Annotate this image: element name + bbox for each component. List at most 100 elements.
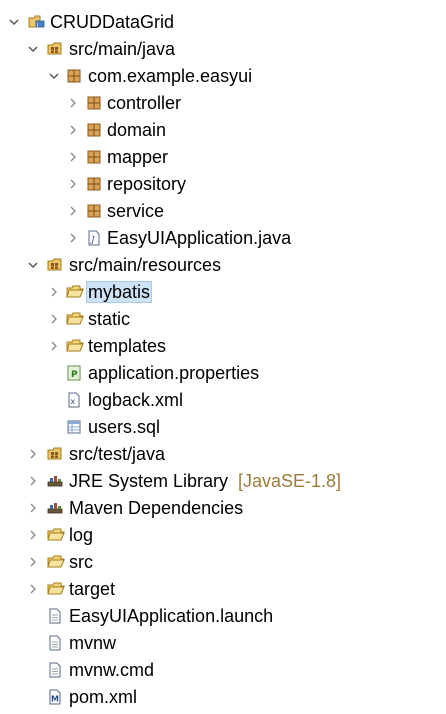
- tree-row[interactable]: Papplication.properties: [0, 360, 446, 387]
- maven-pom-icon: M: [47, 689, 63, 705]
- tree-row[interactable]: mvnw: [0, 630, 446, 657]
- tree-item-label: target: [69, 579, 116, 599]
- svg-text:M: M: [51, 695, 59, 704]
- file-icon: [47, 635, 63, 651]
- tree-item-label: mvnw: [69, 633, 117, 653]
- chevron-right-icon[interactable]: [28, 503, 38, 513]
- package-icon: [86, 176, 102, 192]
- tree-row[interactable]: static: [0, 306, 446, 333]
- java-file-icon: J: [86, 230, 102, 246]
- folder-icon: [47, 554, 65, 570]
- tree-item-label: templates: [88, 336, 167, 356]
- tree-row[interactable]: Maven Dependencies: [0, 495, 446, 522]
- folder-icon: [66, 338, 84, 354]
- tree-row[interactable]: J EasyUIApplication.java: [0, 225, 446, 252]
- chevron-right-icon[interactable]: [28, 476, 38, 486]
- chevron-down-icon[interactable]: [28, 44, 38, 54]
- xml-file-icon: x: [66, 392, 82, 408]
- source-folder-icon: [47, 41, 63, 57]
- folder-icon: [66, 284, 84, 300]
- tree-row[interactable]: log: [0, 522, 446, 549]
- source-folder-icon: [47, 446, 63, 462]
- tree-row[interactable]: mybatis: [0, 279, 446, 306]
- tree-item-label: EasyUIApplication.launch: [69, 606, 274, 626]
- chevron-down-icon[interactable]: [49, 71, 59, 81]
- tree-item-label: pom.xml: [69, 687, 138, 707]
- project-explorer-tree: J CRUDDataGrid src/main/java com.example.…: [0, 0, 446, 714]
- package-icon: [86, 122, 102, 138]
- tree-item-label: logback.xml: [88, 390, 184, 410]
- tree-item-label: com.example.easyui: [88, 66, 253, 86]
- tree-row[interactable]: domain: [0, 117, 446, 144]
- package-icon: [66, 68, 82, 84]
- tree-row[interactable]: JRE System Library [JavaSE-1.8]: [0, 468, 446, 495]
- chevron-right-icon[interactable]: [68, 206, 78, 216]
- svg-text:P: P: [71, 370, 78, 380]
- tree-row[interactable]: target: [0, 576, 446, 603]
- svg-text:x: x: [71, 397, 76, 406]
- package-icon: [86, 203, 102, 219]
- tree-row[interactable]: mapper: [0, 144, 446, 171]
- chevron-right-icon[interactable]: [28, 584, 38, 594]
- tree-row[interactable]: EasyUIApplication.launch: [0, 603, 446, 630]
- folder-icon: [47, 527, 65, 543]
- tree-row[interactable]: repository: [0, 171, 446, 198]
- tree-item-label: application.properties: [88, 363, 260, 383]
- folder-icon: [47, 581, 65, 597]
- tree-row[interactable]: mvnw.cmd: [0, 657, 446, 684]
- tree-row[interactable]: controller: [0, 90, 446, 117]
- chevron-right-icon[interactable]: [28, 557, 38, 567]
- tree-item-label: domain: [107, 120, 167, 140]
- tree-item-label: users.sql: [88, 417, 161, 437]
- chevron-right-icon[interactable]: [68, 152, 78, 162]
- chevron-right-icon[interactable]: [68, 98, 78, 108]
- folder-icon: [66, 311, 84, 327]
- tree-item-label: src/main/resources: [69, 255, 222, 275]
- chevron-right-icon[interactable]: [49, 341, 59, 351]
- tree-item-label: mvnw.cmd: [69, 660, 155, 680]
- tree-row[interactable]: src: [0, 549, 446, 576]
- tree-row[interactable]: x logback.xml: [0, 387, 446, 414]
- tree-item-label: log: [69, 525, 94, 545]
- properties-file-icon: P: [66, 365, 82, 381]
- tree-row[interactable]: com.example.easyui: [0, 63, 446, 90]
- library-icon: [47, 500, 63, 516]
- project-icon: J: [28, 14, 45, 30]
- svg-text:J: J: [36, 23, 38, 29]
- chevron-right-icon[interactable]: [68, 125, 78, 135]
- chevron-right-icon[interactable]: [49, 314, 59, 324]
- tree-row[interactable]: users.sql: [0, 414, 446, 441]
- tree-item-label: repository: [107, 174, 187, 194]
- tree-row-project[interactable]: J CRUDDataGrid: [0, 9, 446, 36]
- tree-row[interactable]: Mpom.xml: [0, 684, 446, 711]
- tree-row[interactable]: src/test/java: [0, 441, 446, 468]
- project-name: CRUDDataGrid: [50, 12, 175, 32]
- chevron-right-icon[interactable]: [49, 287, 59, 297]
- library-icon: [47, 473, 63, 489]
- tree-item-label: static: [88, 309, 131, 329]
- chevron-right-icon[interactable]: [28, 530, 38, 540]
- tree-row[interactable]: src/main/java: [0, 36, 446, 63]
- file-icon: [47, 662, 63, 678]
- tree-item-label: EasyUIApplication.java: [107, 228, 292, 248]
- tree-item-label: service: [107, 201, 165, 221]
- source-folder-icon: [47, 257, 63, 273]
- tree-row[interactable]: service: [0, 198, 446, 225]
- chevron-right-icon[interactable]: [28, 449, 38, 459]
- tree-row[interactable]: src/main/resources: [0, 252, 446, 279]
- tree-item-decoration: [JavaSE-1.8]: [238, 471, 342, 491]
- chevron-right-icon[interactable]: [68, 233, 78, 243]
- package-icon: [86, 149, 102, 165]
- file-icon: [47, 608, 63, 624]
- sql-file-icon: [66, 419, 82, 435]
- chevron-down-icon[interactable]: [9, 17, 19, 27]
- tree-item-label: JRE System Library: [69, 471, 229, 491]
- tree-item-label: src/test/java: [69, 444, 166, 464]
- tree-item-label: controller: [107, 93, 182, 113]
- tree-item-label: src/main/java: [69, 39, 176, 59]
- tree-item-label: Maven Dependencies: [69, 498, 244, 518]
- chevron-right-icon[interactable]: [68, 179, 78, 189]
- tree-row[interactable]: templates: [0, 333, 446, 360]
- chevron-down-icon[interactable]: [28, 260, 38, 270]
- tree-item-label: src: [69, 552, 93, 572]
